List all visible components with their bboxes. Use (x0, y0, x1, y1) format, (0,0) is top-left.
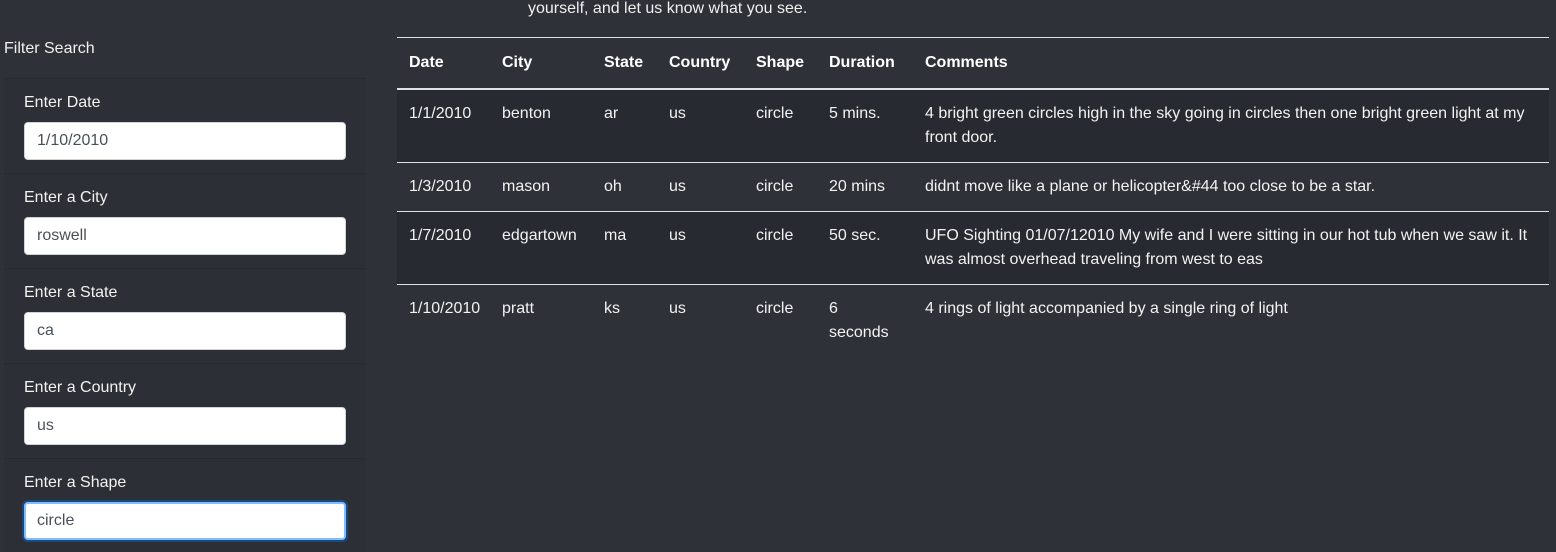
cell-state: ma (592, 211, 657, 285)
country-input[interactable] (24, 407, 346, 445)
cell-city: mason (490, 162, 592, 212)
cell-duration: 5 mins. (817, 89, 913, 163)
cell-shape: circle (744, 162, 817, 212)
filter-group-date: Enter Date (4, 78, 366, 172)
table-row: 1/7/2010 edgartown ma us circle 50 sec. … (397, 211, 1549, 285)
cell-duration: 50 sec. (817, 211, 913, 285)
intro-text: yourself, and let us know what you see. (528, 0, 808, 17)
filter-group-state: Enter a State (4, 268, 366, 362)
filter-group-shape: Enter a Shape (4, 458, 366, 552)
city-input[interactable] (24, 217, 346, 255)
cell-comments: 4 rings of light accompanied by a single… (913, 284, 1549, 357)
cell-city: benton (490, 89, 592, 163)
header-state: State (592, 37, 657, 90)
ufo-table: Date City State Country Shape Duration C… (397, 37, 1549, 357)
cell-shape: circle (744, 211, 817, 285)
cell-country: us (657, 89, 744, 163)
state-label: Enter a State (24, 284, 118, 301)
table-row: 1/10/2010 pratt ks us circle 6 seconds 4… (397, 284, 1549, 357)
cell-comments: UFO Sighting 01/07/12010 My wife and I w… (913, 211, 1549, 285)
header-date: Date (397, 37, 490, 90)
shape-input[interactable] (24, 502, 346, 540)
cell-date: 1/7/2010 (397, 211, 490, 285)
header-comments: Comments (913, 37, 1549, 90)
cell-date: 1/3/2010 (397, 162, 490, 212)
cell-country: us (657, 284, 744, 357)
shape-label: Enter a Shape (24, 474, 127, 491)
filter-group-city: Enter a City (4, 173, 366, 267)
ufo-table-container: Date City State Country Shape Duration C… (397, 37, 1549, 357)
cell-shape: circle (744, 284, 817, 357)
date-label: Enter Date (24, 94, 101, 111)
filter-heading: Filter Search (4, 40, 95, 57)
city-label: Enter a City (24, 189, 108, 206)
cell-duration: 6 seconds (817, 284, 913, 357)
state-input[interactable] (24, 312, 346, 350)
table-header-row: Date City State Country Shape Duration C… (397, 37, 1549, 90)
header-duration: Duration (817, 37, 913, 90)
cell-city: pratt (490, 284, 592, 357)
cell-city: edgartown (490, 211, 592, 285)
filter-panel: Enter Date Enter a City Enter a State En… (4, 78, 366, 552)
cell-duration: 20 mins (817, 162, 913, 212)
header-country: Country (657, 37, 744, 90)
cell-country: us (657, 211, 744, 285)
cell-state: ar (592, 89, 657, 163)
cell-state: ks (592, 284, 657, 357)
cell-comments: 4 bright green circles high in the sky g… (913, 89, 1549, 163)
cell-date: 1/1/2010 (397, 89, 490, 163)
header-shape: Shape (744, 37, 817, 90)
country-label: Enter a Country (24, 379, 137, 396)
cell-state: oh (592, 162, 657, 212)
header-city: City (490, 37, 592, 90)
cell-date: 1/10/2010 (397, 284, 490, 357)
table-row: 1/1/2010 benton ar us circle 5 mins. 4 b… (397, 89, 1549, 163)
cell-country: us (657, 162, 744, 212)
cell-shape: circle (744, 89, 817, 163)
date-input[interactable] (24, 122, 346, 160)
table-row: 1/3/2010 mason oh us circle 20 mins didn… (397, 162, 1549, 212)
filter-group-country: Enter a Country (4, 363, 366, 457)
cell-comments: didnt move like a plane or helicopter&#4… (913, 162, 1549, 212)
